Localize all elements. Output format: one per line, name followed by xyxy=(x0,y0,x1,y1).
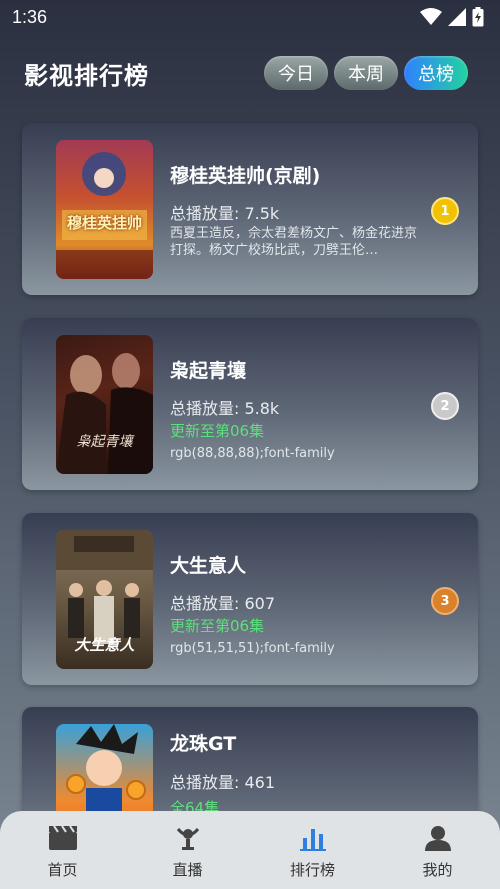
episode-update: 更新至第06集 xyxy=(170,422,265,440)
poster-image[interactable]: 大生意人 xyxy=(56,530,153,669)
nav-label: 排行榜 xyxy=(289,861,335,879)
nav-profile[interactable]: 我的 xyxy=(388,825,488,880)
rank-number: 2 xyxy=(440,398,450,414)
play-count: 总播放量: 607 xyxy=(170,594,276,613)
broadcast-icon xyxy=(176,827,199,850)
nav-label: 我的 xyxy=(422,861,453,879)
clapperboard-icon xyxy=(48,825,77,850)
ranking-card[interactable]: 穆桂英挂帅 穆桂英挂帅(京剧) 总播放量: 7.5k 西夏王造反，佘太君差杨文广… xyxy=(22,123,478,295)
user-icon xyxy=(424,826,451,851)
show-title: 穆桂英挂帅(京剧) xyxy=(170,165,321,187)
nav-ranking[interactable]: 排行榜 xyxy=(263,825,363,880)
play-count: 总播放量: 5.8k xyxy=(170,399,280,418)
poster-title: 枭起青壤 xyxy=(76,434,133,450)
poster-art xyxy=(56,353,153,474)
rank-number: 3 xyxy=(440,593,450,609)
header: 影视排行榜 今日 本周 总榜 xyxy=(0,50,500,96)
rank-badge: 1 xyxy=(431,197,459,225)
bar-chart-icon xyxy=(299,829,326,851)
page-title: 影视排行榜 xyxy=(24,61,149,90)
rank-badge: 3 xyxy=(431,587,459,615)
play-count: 总播放量: 461 xyxy=(170,773,276,792)
extra-text: rgb(88,88,88);font-family xyxy=(170,446,335,461)
poster-image[interactable]: 穆桂英挂帅 xyxy=(56,140,153,279)
status-time: 1:36 xyxy=(12,6,48,27)
nav-home[interactable]: 首页 xyxy=(13,825,113,880)
status-bar: 1:36 xyxy=(0,0,500,34)
episode-update: 更新至第06集 xyxy=(170,617,265,635)
status-icons xyxy=(420,7,484,27)
poster-image[interactable]: 枭起青壤 xyxy=(56,335,153,474)
ranking-card[interactable]: 大生意人 大生意人 总播放量: 607 更新至第06集 rgb(51,51,51… xyxy=(22,513,478,685)
rank-badge: 2 xyxy=(431,392,459,420)
cell-signal-icon xyxy=(448,8,466,26)
show-title: 龙珠GT xyxy=(170,733,237,755)
nav-label: 直播 xyxy=(172,861,203,879)
nav-label: 首页 xyxy=(47,861,78,879)
wifi-icon xyxy=(420,8,442,25)
poster-title: 穆桂英挂帅 xyxy=(66,214,142,232)
poster-art xyxy=(56,152,153,279)
poster-title: 大生意人 xyxy=(74,636,135,654)
tab-all-time[interactable]: 总榜 xyxy=(404,56,468,90)
ranking-card[interactable]: 枭起青壤 枭起青壤 总播放量: 5.8k 更新至第06集 rgb(88,88,8… xyxy=(22,318,478,490)
nav-live[interactable]: 直播 xyxy=(138,825,238,880)
play-count: 总播放量: 7.5k xyxy=(170,204,280,223)
show-title: 枭起青壤 xyxy=(170,360,247,382)
extra-text: rgb(51,51,51);font-family xyxy=(170,641,335,656)
period-tabs: 今日 本周 总榜 xyxy=(264,56,468,90)
rank-number: 1 xyxy=(440,203,450,219)
bottom-nav: 首页 直播 排行榜 我的 xyxy=(0,811,500,889)
tab-this-week[interactable]: 本周 xyxy=(334,56,398,90)
show-description: 西夏王造反，佘太君差杨文广、杨金花进京打探。杨文广校场比武，刀劈王伦… xyxy=(170,226,418,258)
show-title: 大生意人 xyxy=(170,555,247,577)
tab-today[interactable]: 今日 xyxy=(264,56,328,90)
battery-icon xyxy=(472,7,484,27)
